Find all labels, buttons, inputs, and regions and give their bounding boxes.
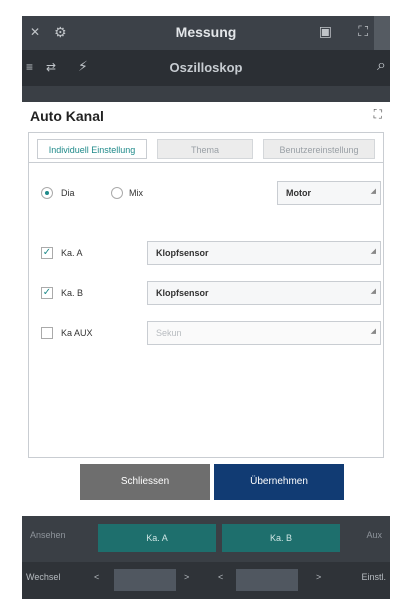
checkbox-ka-aux[interactable]: [41, 327, 53, 339]
checkbox-ka-b[interactable]: ✓: [41, 287, 53, 299]
dropdown-corner-icon: ◢: [370, 188, 376, 195]
radio-mix[interactable]: [111, 187, 123, 199]
radio-mix-label: Mix: [129, 188, 143, 198]
dialog-title: Auto Kanal: [30, 108, 104, 124]
dropdown-corner-icon: ◢: [370, 328, 376, 335]
prev-icon-2[interactable]: <: [218, 572, 223, 582]
channel-b-button[interactable]: Ka. B: [222, 524, 340, 552]
channel-a-dropdown[interactable]: Klopfsensor ◢: [147, 241, 381, 265]
channel-a-label: Ka. A: [61, 248, 83, 258]
channel-b-dropdown[interactable]: Klopfsensor ◢: [147, 281, 381, 305]
channel-aux-label: Ka AUX: [61, 328, 93, 338]
radio-dia[interactable]: [41, 187, 53, 199]
tab-user-settings[interactable]: Benutzereinstellung: [263, 139, 375, 159]
channel-a-button[interactable]: Ka. A: [98, 524, 216, 552]
tab-thema[interactable]: Thema: [157, 139, 253, 159]
app-title: Messung: [175, 24, 237, 40]
next-icon-2[interactable]: >: [316, 572, 321, 582]
close-button[interactable]: Schliessen: [80, 464, 210, 500]
channel-aux-dropdown[interactable]: Sekun ◢: [147, 321, 381, 345]
apply-button[interactable]: Übernehmen: [214, 464, 344, 500]
status-edge: [374, 16, 390, 50]
status-bar: ✕ ⚙ Messung ▣ ⛶: [22, 16, 390, 50]
device-frame: ✕ ⚙ Messung ▣ ⛶ ≡ ⇄ ⚡ Oszilloskop ⌕ Auto…: [22, 16, 390, 599]
channel-aux-value: Sekun: [156, 328, 182, 338]
tab-bar: Individuell Einstellung Thema Benutzerei…: [29, 133, 383, 163]
control-bar: Wechsel < > < > Einstl.: [22, 562, 390, 599]
switch-label[interactable]: Wechsel: [26, 572, 60, 582]
settings-panel: Individuell Einstellung Thema Benutzerei…: [28, 132, 384, 458]
value-box-right[interactable]: [236, 569, 298, 591]
channel-b-value: Klopfsensor: [156, 288, 209, 298]
mode-row: Dia Mix Motor ◢: [29, 179, 383, 209]
view-label[interactable]: Ansehen: [30, 530, 66, 540]
dropdown-corner-icon: ◢: [370, 248, 376, 255]
value-box-left[interactable]: [114, 569, 176, 591]
dropdown-corner-icon: ◢: [370, 288, 376, 295]
prev-icon[interactable]: <: [94, 572, 99, 582]
fullscreen-icon[interactable]: ⛶: [358, 23, 368, 40]
radio-dia-label: Dia: [61, 188, 75, 198]
next-icon[interactable]: >: [184, 572, 189, 582]
system-dropdown[interactable]: Motor ◢: [277, 181, 381, 205]
expand-icon[interactable]: ⛶: [374, 107, 382, 122]
channel-row-b: ✓ Ka. B Klopfsensor ◢: [29, 279, 383, 309]
tab-individual[interactable]: Individuell Einstellung: [37, 139, 147, 159]
window-icon[interactable]: ▣: [319, 23, 332, 40]
checkbox-ka-a[interactable]: ✓: [41, 247, 53, 259]
settings-label[interactable]: Einstl.: [361, 572, 386, 582]
system-dropdown-value: Motor: [286, 188, 311, 198]
toolbar-title: Oszilloskop: [169, 60, 243, 75]
channel-row-a: ✓ Ka. A Klopfsensor ◢: [29, 239, 383, 269]
channel-b-label: Ka. B: [61, 288, 84, 298]
channel-a-value: Klopfsensor: [156, 248, 209, 258]
channel-bar: Ansehen Ka. A Ka. B Aux: [22, 516, 390, 562]
channel-row-aux: Ka AUX Sekun ◢: [29, 319, 383, 349]
aux-label[interactable]: Aux: [366, 530, 382, 540]
search-icon[interactable]: ⌕: [377, 57, 386, 75]
secondary-toolbar: ≡ ⇄ ⚡ Oszilloskop ⌕: [22, 50, 390, 86]
auto-channel-dialog: Auto Kanal ⛶ Individuell Einstellung The…: [22, 102, 390, 516]
